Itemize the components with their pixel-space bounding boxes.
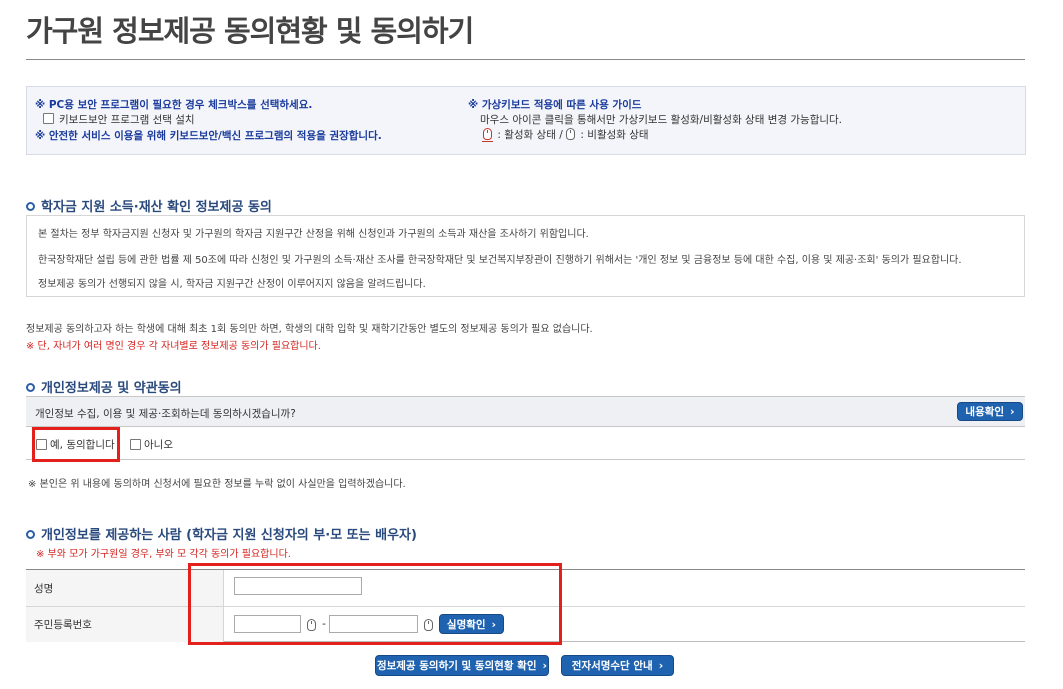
mouse-active-icon <box>482 128 493 142</box>
section-title-income-consent: 학자금 지원 소득·재산 확인 정보제공 동의 <box>26 196 272 215</box>
section-title-privacy-consent: 개인정보제공 및 약관동의 <box>26 377 182 396</box>
chevron-right-icon: › <box>542 659 548 672</box>
security-settings-box: ※ PC용 보안 프로그램이 필요한 경우 체크박스를 선택하세요. 키보드보안… <box>26 86 1026 155</box>
page-title: 가구원 정보제공 동의현황 및 동의하기 <box>26 14 474 48</box>
section-title-text: 개인정보를 제공하는 사람 (학자금 지원 신청자의 부·모 또는 배우자) <box>41 528 417 543</box>
info-line: 정보제공 동의가 선행되지 않을 시, 학자금 지원구간 산정이 이루어지지 않… <box>38 279 426 290</box>
bullet-icon <box>26 383 35 392</box>
vk-inactive-label: : 비활성화 상태 <box>580 129 649 141</box>
bullet-icon <box>26 530 35 539</box>
virtual-keyboard-guide-title: ※ 가상키보드 적용에 따른 사용 가이드 <box>468 99 642 111</box>
consent-question: 개인정보 수집, 이용 및 제공·조회하는데 동의하시겠습니까? <box>35 408 296 420</box>
info-line: 한국장학재단 설립 등에 관한 법률 제 50조에 따라 신청인 및 가구원의 … <box>38 255 962 266</box>
section-title-text: 개인정보제공 및 약관동의 <box>41 381 182 396</box>
title-divider <box>26 59 1025 60</box>
virtual-keyboard-legend: : 활성화 상태 / : 비활성화 상태 <box>482 127 649 142</box>
section-title-provider: 개인정보를 제공하는 사람 (학자금 지원 신청자의 부·모 또는 배우자) <box>26 524 417 543</box>
one-time-consent-note: 정보제공 동의하고자 하는 학생에 대해 최초 1회 동의만 하면, 학생의 대… <box>26 324 593 335</box>
agree-highlight-box <box>32 427 120 462</box>
vk-active-label: : 활성화 상태 / <box>497 129 563 141</box>
chevron-right-icon: › <box>1010 405 1015 418</box>
multiple-children-warning: ※ 단, 자녀가 여러 명인 경우 각 자녀별로 정보제공 동의가 필요합니다. <box>26 341 321 352</box>
virtual-keyboard-guide-desc: 마우스 아이콘 클릭을 통해서만 가상키보드 활성화/비활성화 상태 변경 가능… <box>480 114 843 126</box>
input-highlight-box <box>188 563 562 645</box>
keyboard-security-label: 키보드보안 프로그램 선택 설치 <box>59 114 195 126</box>
mouse-inactive-icon <box>566 128 576 140</box>
view-content-label: 내용확인 <box>965 406 1005 418</box>
consent-and-status-button[interactable]: 정보제공 동의하기 및 동의현황 확인 › <box>375 655 549 676</box>
truthful-input-footnote: ※ 본인은 위 내용에 동의하며 신청서에 필요한 정보를 누락 없이 사실만을… <box>28 479 406 490</box>
section-title-text: 학자금 지원 소득·재산 확인 정보제공 동의 <box>41 200 272 215</box>
disagree-checkbox[interactable] <box>130 439 141 450</box>
info-line: 본 절차는 정부 학자금지원 신청자 및 가구원의 학자금 지원구간 산정을 위… <box>38 229 589 240</box>
consent-question-bar: 개인정보 수집, 이용 및 제공·조회하는데 동의하시겠습니까? 내용확인 › <box>26 396 1025 427</box>
security-note: ※ PC용 보안 프로그램이 필요한 경우 체크박스를 선택하세요. <box>35 99 313 111</box>
parent-consent-warning: ※ 부와 모가 가구원일 경우, 부와 모 각각 동의가 필요합니다. <box>36 549 291 560</box>
keyboard-security-checkbox[interactable] <box>43 113 54 124</box>
disagree-label[interactable]: 아니오 <box>144 437 173 452</box>
esign-guide-label: 전자서명수단 안내 <box>571 660 653 672</box>
esign-guide-button[interactable]: 전자서명수단 안내 › <box>561 655 674 676</box>
consent-info-box: 본 절차는 정부 학자금지원 신청자 및 가구원의 학자금 지원구간 산정을 위… <box>26 215 1025 297</box>
consent-options-row: 예, 동의합니다 아니오 <box>26 428 1025 460</box>
bullet-icon <box>26 202 35 211</box>
view-content-button[interactable]: 내용확인 › <box>957 402 1023 421</box>
chevron-right-icon: › <box>658 659 664 672</box>
consent-and-status-label: 정보제공 동의하기 및 동의현황 확인 <box>376 660 537 672</box>
security-recommend-note: ※ 안전한 서비스 이용을 위해 키보드보안/백신 프로그램의 적용을 권장합니… <box>35 130 382 142</box>
